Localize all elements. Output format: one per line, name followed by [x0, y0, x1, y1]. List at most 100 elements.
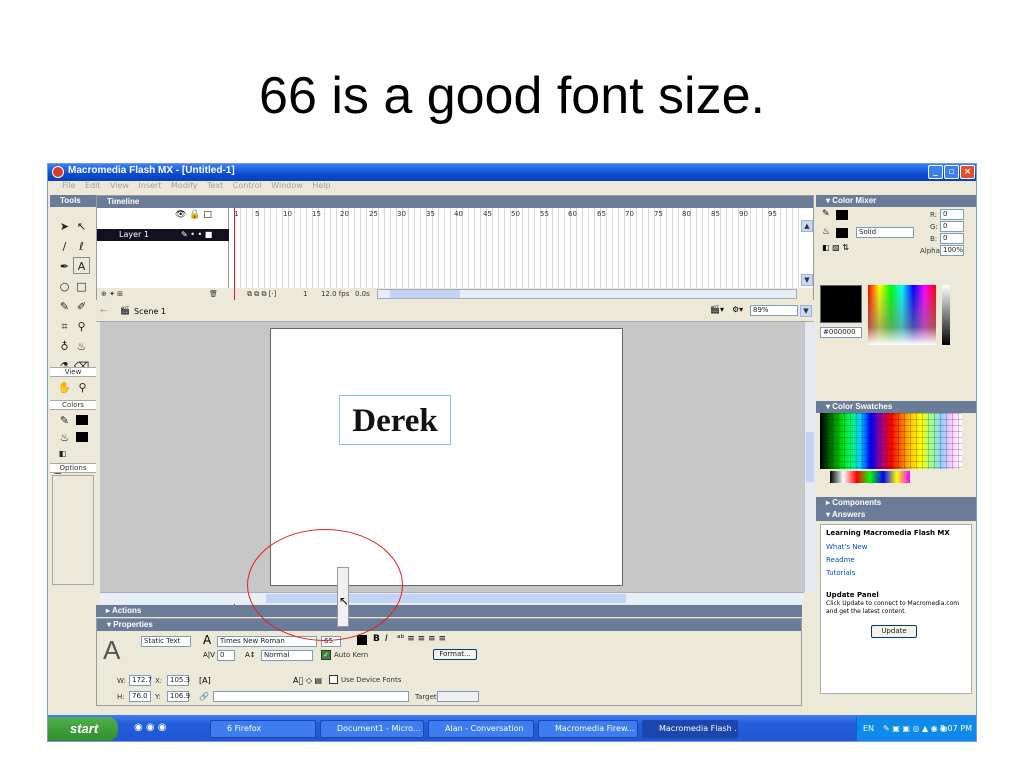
text-type-select[interactable]: Static Text	[141, 636, 191, 647]
color-mixer-header[interactable]: ▾ Color Mixer	[816, 195, 976, 207]
stage-vscroll-thumb[interactable]	[806, 432, 814, 482]
rectangle-tool-icon[interactable]: □	[73, 278, 90, 295]
whats-new-link[interactable]: What's New	[826, 543, 867, 551]
fill-color-icon[interactable]: ♨	[56, 429, 73, 446]
tray-icons[interactable]: ✎ ▣ ▣ ◎ ▲ ◉ ◉	[883, 717, 947, 741]
brush-tool-icon[interactable]: ✐	[73, 298, 90, 315]
gradient-swatches[interactable]	[830, 471, 910, 483]
blue-field[interactable]: 0	[940, 233, 964, 244]
pencil-tool-icon[interactable]: ✎	[56, 298, 73, 315]
use-device-fonts-checkbox[interactable]	[329, 675, 338, 684]
timeline-hscroll-thumb[interactable]	[390, 290, 460, 298]
fill-color-swatch[interactable]	[76, 432, 88, 442]
stroke-color-swatch[interactable]	[76, 415, 88, 425]
alpha-field[interactable]: 100%	[940, 245, 964, 256]
task-macromedia-fireworks[interactable]: Macromedia Firew...	[538, 720, 638, 738]
timeline-scroll-down[interactable]: ▼	[801, 274, 813, 286]
menu-insert[interactable]: Insert	[139, 181, 162, 190]
color-spectrum[interactable]	[868, 285, 936, 345]
subselect-tool-icon[interactable]: ↖	[73, 218, 90, 235]
tutorials-link[interactable]: Tutorials	[826, 569, 855, 577]
timeline-header[interactable]: Timeline	[97, 196, 813, 208]
default-colors-icon[interactable]: ◧ ▨ ⇅	[54, 445, 71, 475]
restore-button[interactable]: ▫	[944, 165, 959, 179]
language-indicator[interactable]: EN	[863, 717, 874, 741]
components-header[interactable]: ▸ Components	[816, 497, 976, 509]
format-button[interactable]: Format...	[433, 649, 477, 660]
kerning-field[interactable]: 0	[217, 650, 235, 661]
auto-kern-checkbox[interactable]: ✓	[321, 650, 331, 660]
menu-edit[interactable]: Edit	[85, 181, 101, 190]
menu-modify[interactable]: Modify	[171, 181, 198, 190]
bold-button[interactable]: B	[373, 634, 380, 644]
quick-launch-icons[interactable]: ◉ ◉ ◉	[134, 722, 167, 733]
pen-tool-icon[interactable]: ✒	[56, 258, 73, 275]
height-field[interactable]: 76.0	[129, 691, 151, 702]
tools-header[interactable]: Tools	[50, 195, 96, 207]
frame-grid[interactable]: 1 5 10 15 20 25 30 35 40 45 50 55 60 65 …	[229, 208, 799, 288]
menu-help[interactable]: Help	[312, 181, 330, 190]
stage-vscroll[interactable]	[804, 322, 816, 592]
line-tool-icon[interactable]: /	[56, 238, 73, 255]
timeline-scroll-up[interactable]: ▲	[801, 220, 813, 232]
close-button[interactable]: ×	[960, 165, 975, 179]
free-transform-tool-icon[interactable]: ⌗	[56, 318, 73, 335]
onion-skin-icons[interactable]: ⧉ ⧉ ⧉ [·]	[247, 288, 276, 300]
zoom-tool-icon[interactable]: ⚲	[74, 379, 91, 396]
lasso-tool-icon[interactable]: ℓ	[73, 238, 90, 255]
red-field[interactable]: 0	[940, 209, 964, 220]
zoom-select[interactable]: 89%	[750, 305, 798, 316]
answers-header[interactable]: ▾ Answers	[816, 509, 976, 521]
italic-button[interactable]: I	[385, 634, 388, 644]
stage-area[interactable]: Derek	[100, 322, 804, 592]
menu-file[interactable]: File	[62, 181, 75, 190]
x-field[interactable]: 105.3	[167, 675, 190, 686]
hand-tool-icon[interactable]: ✋	[56, 379, 73, 396]
url-link-field[interactable]	[213, 691, 409, 702]
update-button[interactable]: Update	[871, 625, 917, 638]
stroke-color-icon[interactable]: ✎	[56, 412, 73, 429]
mixer-fill-swatch[interactable]	[836, 228, 848, 238]
menu-control[interactable]: Control	[233, 181, 262, 190]
task-macromedia-flash[interactable]: Macromedia Flash ...	[642, 720, 738, 738]
task-document1[interactable]: Document1 - Micro...	[320, 720, 424, 738]
swap-colors-icon[interactable]: ◧ ▨ ⇅	[822, 243, 849, 252]
mixer-stroke-swatch[interactable]	[836, 210, 848, 220]
hex-field[interactable]: #000000	[820, 327, 862, 338]
fill-transform-tool-icon[interactable]: ⚲	[73, 318, 90, 335]
arrow-tool-icon[interactable]: ➤	[56, 218, 73, 235]
text-tool-icon[interactable]: A	[73, 257, 90, 274]
zoom-dropdown-button[interactable]: ▼	[800, 305, 812, 317]
timeline-hscroll[interactable]	[377, 289, 797, 299]
task-alan-conversation[interactable]: Alan - Conversation	[428, 720, 534, 738]
green-field[interactable]: 0	[940, 221, 964, 232]
menu-text[interactable]: Text	[207, 181, 223, 190]
readme-link[interactable]: Readme	[826, 556, 855, 564]
swatch-grid[interactable]	[820, 413, 962, 469]
y-field[interactable]: 106.9	[167, 691, 190, 702]
stage-hscroll[interactable]	[100, 592, 804, 604]
add-layer-icon[interactable]: ⊕ ✦ ⊞	[101, 288, 123, 300]
delete-layer-icon[interactable]: 🗑	[209, 288, 218, 300]
ink-bottle-tool-icon[interactable]: ♁	[56, 338, 73, 355]
fill-style-select[interactable]: Solid	[856, 227, 914, 238]
align-buttons-icon[interactable]: ᵃᵇ ≡ ≡ ≡ ≡	[397, 634, 446, 644]
layer-row[interactable]: Layer 1 ✎ • • ■	[97, 229, 229, 241]
actions-panel-header[interactable]: ▸ Actions	[96, 605, 802, 617]
brightness-slider[interactable]	[942, 285, 950, 345]
menu-window[interactable]: Window	[271, 181, 303, 190]
menu-view[interactable]: View	[110, 181, 129, 190]
text-color-swatch[interactable]	[357, 635, 367, 645]
minimize-button[interactable]: _	[928, 165, 943, 179]
color-swatches-header[interactable]: ▾ Color Swatches	[816, 401, 976, 413]
oval-tool-icon[interactable]: ○	[56, 278, 73, 295]
layer-visibility-icons[interactable]: 👁 🔒 □	[175, 210, 212, 220]
start-button[interactable]: start	[48, 717, 118, 741]
char-position-select[interactable]: Normal	[261, 650, 313, 661]
edit-symbol-icon[interactable]: ⚙▾	[732, 305, 743, 314]
stage-text[interactable]: Derek	[339, 395, 451, 445]
target-select[interactable]	[437, 691, 479, 702]
paint-bucket-tool-icon[interactable]: ♨	[73, 338, 90, 355]
edit-scene-icon[interactable]: 🎬▾	[710, 305, 724, 314]
width-field[interactable]: 172.7	[129, 675, 152, 686]
